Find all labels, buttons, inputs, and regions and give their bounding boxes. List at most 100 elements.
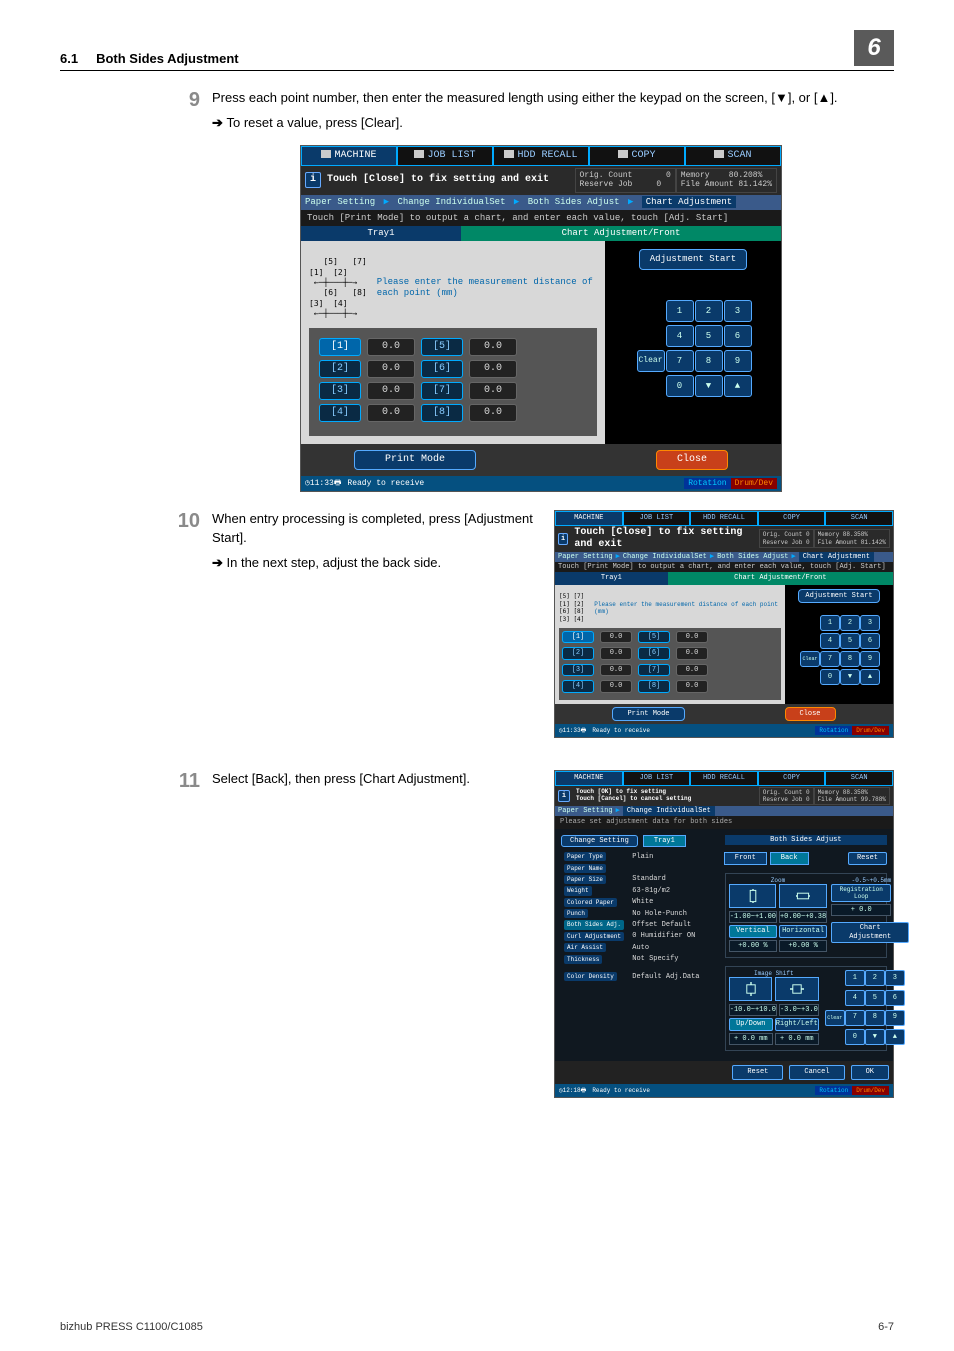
table-row: Color DensityDefault Adj.Data [561,971,713,982]
back-tab[interactable]: Back [770,852,809,864]
footer-page: 6-7 [878,1321,894,1333]
hdd-icon [504,150,514,158]
key-0[interactable]: 0 [666,375,694,397]
point-8-value: 0.0 [469,404,517,422]
point-1-button[interactable]: [1] [562,631,594,643]
zoom-h-icon[interactable] [779,884,827,908]
crumb-change-individual[interactable]: Change IndividualSet [397,197,505,207]
step-number: 11 [160,770,212,793]
tab-hdd[interactable]: HDD RECALL [690,511,758,525]
schematic-message: Please enter the measurement distance of… [377,277,597,300]
key-3[interactable]: 3 [724,300,752,322]
setting-paper-type[interactable]: Paper Type [564,852,606,861]
step-number: 9 [160,89,212,133]
shift-v-icon[interactable] [729,977,773,1001]
table-row: Curl Adjustment0 Humidifier ON [561,931,713,942]
setting-weight[interactable]: Weight [564,886,592,895]
horizontal-button[interactable]: Horizontal [779,925,827,937]
step-sub: In the next step, adjust the back side. [227,555,442,570]
point-7-value: 0.0 [469,382,517,400]
top-nav: MACHINE JOB LIST HDD RECALL COPY SCAN [301,146,781,166]
tab-hdd[interactable]: HDD RECALL [493,146,589,166]
ok-button[interactable]: OK [851,1065,889,1079]
point-2-button[interactable]: [2] [319,360,361,378]
shift-h-icon[interactable] [775,977,819,1001]
tab-joblist[interactable]: JOB LIST [623,771,691,785]
table-row: Paper SizeStandard [561,874,713,885]
setting-air-assist[interactable]: Air Assist [564,943,606,952]
setting-colored-paper[interactable]: Colored Paper [564,898,617,907]
setting-thickness[interactable]: Thickness [564,955,602,964]
tab-joblist[interactable]: JOB LIST [397,146,493,166]
tab-scan[interactable]: SCAN [685,146,781,166]
cancel-button[interactable]: Cancel [789,1065,844,1079]
step-text: Press each point number, then enter the … [212,89,894,108]
adjustment-start-button[interactable]: Adjustment Start [798,589,879,603]
setting-paper-name[interactable]: Paper Name [564,864,606,873]
measurement-schematic: [5] [7] [1] [2] ←─┼───┼─→ [6] [8] [3] [4… [309,257,597,319]
adjustment-start-button[interactable]: Adjustment Start [639,249,747,270]
tab-tray1[interactable]: Tray1 [301,226,461,241]
key-clear[interactable]: Clear [637,350,665,372]
reset-button[interactable]: Reset [732,1065,783,1079]
orig-count: Orig. Count 0Reserve Job 0 [575,168,676,193]
tab-scan[interactable]: SCAN [825,511,893,525]
status-rotation: Rotation [684,478,730,490]
tab-copy[interactable]: COPY [758,771,826,785]
key-1[interactable]: 1 [666,300,694,322]
key-5[interactable]: 5 [695,325,723,347]
setting-curl[interactable]: Curl Adjustment [564,932,624,941]
key-4[interactable]: 4 [666,325,694,347]
zoom-v-icon[interactable] [729,884,777,908]
point-3-value: 0.0 [367,382,415,400]
tab-machine[interactable]: MACHINE [301,146,397,166]
tab-copy[interactable]: COPY [758,511,826,525]
close-button[interactable]: Close [656,450,728,470]
setting-punch[interactable]: Punch [564,909,588,918]
point-3-button[interactable]: [3] [319,382,361,400]
tab-scan[interactable]: SCAN [825,771,893,785]
chart-adjustment-button[interactable]: Chart Adjustment [831,922,909,943]
change-setting-button[interactable]: Change Setting [561,835,638,847]
tab-tray1[interactable]: Tray1 [643,835,686,847]
setting-paper-size[interactable]: Paper Size [564,875,606,884]
key-down[interactable]: ▼ [695,375,723,397]
point-7-button[interactable]: [7] [421,382,463,400]
point-8-button[interactable]: [8] [421,404,463,422]
tab-hdd[interactable]: HDD RECALL [690,771,758,785]
tab-machine[interactable]: MACHINE [555,511,623,525]
both-sides-adjust-title: Both Sides Adjust [725,835,887,845]
point-4-button[interactable]: [4] [319,404,361,422]
tab-chart-front[interactable]: Chart Adjustment/Front [461,226,781,241]
rightleft-button[interactable]: Right/Left [775,1018,819,1030]
tab-copy[interactable]: COPY [589,146,685,166]
registration-loop-button[interactable]: Registration Loop [831,884,891,902]
setting-both-sides[interactable]: Both Sides Adj. [564,920,624,929]
key-up[interactable]: ▲ [724,375,752,397]
crumb-both-sides[interactable]: Both Sides Adjust [528,197,620,207]
reset-button[interactable]: Reset [848,852,887,864]
key-2[interactable]: 2 [695,300,723,322]
point-value-table: [1]0.0[5]0.0 [2]0.0[6]0.0 [3]0.0[7]0.0 [… [309,328,597,436]
point-6-button[interactable]: [6] [421,360,463,378]
table-row: Colored PaperWhite [561,897,713,908]
print-mode-button[interactable]: Print Mode [354,450,476,470]
setting-color-density[interactable]: Color Density [564,972,617,981]
updown-button[interactable]: Up/Down [729,1018,773,1030]
point-5-button[interactable]: [5] [421,338,463,356]
key-8[interactable]: 8 [695,350,723,372]
key-6[interactable]: 6 [724,325,752,347]
key-9[interactable]: 9 [724,350,752,372]
tab-machine[interactable]: MACHINE [555,771,623,785]
breadcrumb: Paper Setting ▶ Change IndividualSet ▶ B… [301,195,781,210]
chevron-right-icon: ▶ [384,197,389,207]
vertical-button[interactable]: Vertical [729,925,777,937]
table-row: Paper TypePlain [561,851,713,862]
page-footer: bizhub PRESS C1100/C1085 6-7 [60,1321,894,1333]
point-1-button[interactable]: [1] [319,338,361,356]
screenshot-both-sides-settings: MACHINE JOB LIST HDD RECALL COPY SCAN i … [554,770,894,1098]
tab-joblist[interactable]: JOB LIST [623,511,691,525]
front-tab[interactable]: Front [724,852,767,864]
key-7[interactable]: 7 [666,350,694,372]
crumb-paper-setting[interactable]: Paper Setting [305,197,375,207]
